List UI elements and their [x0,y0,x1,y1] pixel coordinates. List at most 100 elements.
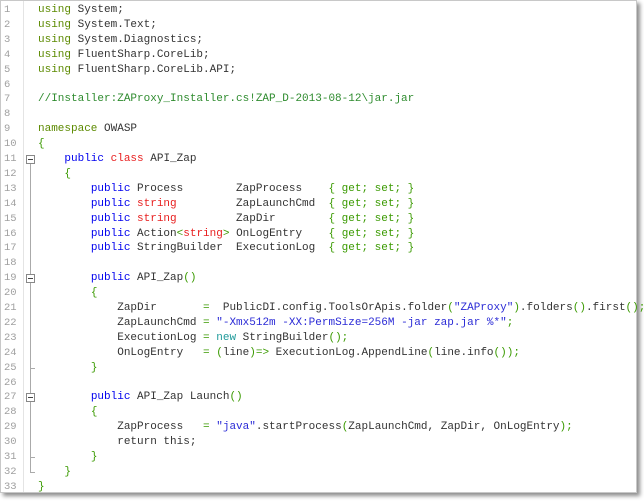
code-line[interactable]: ZapLaunchCmd = "-Xmx512m -XX:PermSize=25… [38,316,513,331]
code-token-op: } [90,361,98,374]
line-number: 25 [4,361,17,374]
code-token-id: OnLogEntry [229,227,329,240]
code-token-id: ZapProcess [38,421,204,434]
line-number: 2 [4,18,11,31]
code-token-id: FluentSharp.CoreLib; [71,48,210,61]
line-number: 30 [4,436,17,449]
code-line[interactable]: { [38,286,98,301]
code-token-red: class [110,153,144,165]
code-token-id: .first [585,302,626,314]
code-line[interactable]: OnLogEntry = (line)=> ExecutionLog.Appen… [38,346,520,361]
code-token-using: using [38,63,72,76]
code-line[interactable]: } [38,450,98,465]
code-token-op: (); [328,331,349,344]
code-token-id [38,451,91,463]
code-token-id: ExecutionLog [38,331,204,344]
collapse-toggle-icon[interactable] [26,155,35,164]
line-number: 20 [4,287,17,300]
code-token-op: () [183,272,197,285]
code-token-op: () [572,302,586,314]
code-editor[interactable]: 1 2 3 4 5 6 7 8 9 10 11 12 13 14 15 16 17 18 19 20 21 22 23 24 2… [0,0,644,495]
code-line[interactable]: public StringBuilder ExecutionLog { get;… [38,241,414,256]
code-line[interactable]: ZapProcess = "java".startProcess(ZapLaun… [38,420,573,435]
collapse-toggle-icon[interactable] [26,274,35,284]
code-token-op: = [203,346,210,359]
line-number-gutter: 1 2 3 4 5 6 7 8 9 10 11 12 13 14 15 16 17 18 19 20 21 22 23 24 2… [1,1,24,493]
code-token-teal: new [216,331,237,344]
code-token-id [38,228,91,240]
code-token-op: ); [559,421,573,434]
code-line[interactable]: public API_Zap Launch() [38,390,243,405]
code-token-red: string [137,197,177,210]
code-line[interactable]: { [38,137,45,152]
code-line[interactable]: namespace OWASP [38,122,137,137]
code-token-kw: public [64,153,105,165]
line-number: 13 [4,182,17,195]
code-token-id: line [222,346,250,359]
code-token-op: = [203,302,210,314]
code-line[interactable]: } [38,361,98,376]
code-token-kw: public [90,182,131,195]
code-token-op: = [203,331,210,344]
code-line[interactable]: { [38,167,71,182]
line-number: 28 [4,406,17,419]
code-token-using: using [38,33,72,46]
code-line[interactable]: public class API_Zap [38,152,196,167]
code-line[interactable]: } [38,480,45,495]
code-token-op: )=> [249,346,270,359]
code-line[interactable]: using System.Diagnostics; [38,33,203,48]
line-number: 19 [4,272,17,285]
code-token-id: FluentSharp.CoreLib.API; [71,63,237,76]
code-token-id: API_Zap [130,272,184,285]
line-number: 10 [4,138,17,151]
code-line[interactable]: ZapDir = PublicDI.config.ToolsOrApis.fol… [38,301,644,316]
code-line[interactable]: using FluentSharp.CoreLib.API; [38,63,236,78]
line-number: 3 [4,33,11,46]
code-token-id [38,198,91,210]
code-line[interactable]: public API_Zap() [38,271,197,286]
code-token-id: ZapDir [38,302,204,314]
line-number: 16 [4,227,17,240]
line-number: 18 [4,257,17,270]
code-token-red: string [183,227,223,240]
code-token-using: using [38,48,72,61]
line-number: 21 [4,302,17,314]
collapse-toggle-icon[interactable] [26,393,35,403]
code-token-op: ) [513,302,520,314]
code-line[interactable]: ExecutionLog = new StringBuilder(); [38,331,348,346]
code-token-id: System; [71,4,124,16]
line-number: 7 [4,93,11,106]
code-line[interactable]: public string ZapDir { get; set; } [38,212,414,227]
code-line[interactable]: public Process ZapProcess { get; set; } [38,182,414,197]
code-token-op: ( [216,346,223,359]
code-token-using: using [38,18,72,31]
line-number: 29 [4,421,17,434]
code-line[interactable]: } [38,465,71,480]
code-token-op: ()); [493,346,520,359]
code-line[interactable]: using System; [38,3,124,18]
code-line[interactable]: using System.Text; [38,18,157,33]
code-line[interactable]: //Installer:ZAProxy_Installer.cs!ZAP_D-2… [38,92,414,107]
line-number: 1 [4,4,11,16]
code-token-id: ZapLaunchCmd, ZapDir, OnLogEntry [348,421,560,434]
code-line[interactable]: public Action<string> OnLogEntry { get; … [38,227,415,242]
line-number: 5 [4,63,11,76]
line-number: 33 [4,480,17,493]
code-token-op: { [90,406,98,419]
code-line[interactable]: public string ZapLaunchCmd { get; set; } [38,197,414,212]
code-token-id [38,272,91,284]
code-token-id [104,153,111,165]
code-token-id: StringBuilder ExecutionLog [130,242,329,255]
code-line[interactable]: { [38,405,98,420]
code-token-id: API_Zap [143,153,197,165]
fold-end-tick [30,367,35,369]
code-token-op: { get; set; } [328,212,415,225]
code-line[interactable]: return this; [38,435,196,450]
line-number: 4 [4,48,11,61]
code-token-id: ZapDir [176,212,329,225]
code-line[interactable]: using FluentSharp.CoreLib; [38,48,210,63]
code-token-id: return this; [38,436,197,449]
line-number: 15 [4,212,17,225]
code-token-kw: public [90,227,131,240]
code-token-op: { [90,287,98,300]
